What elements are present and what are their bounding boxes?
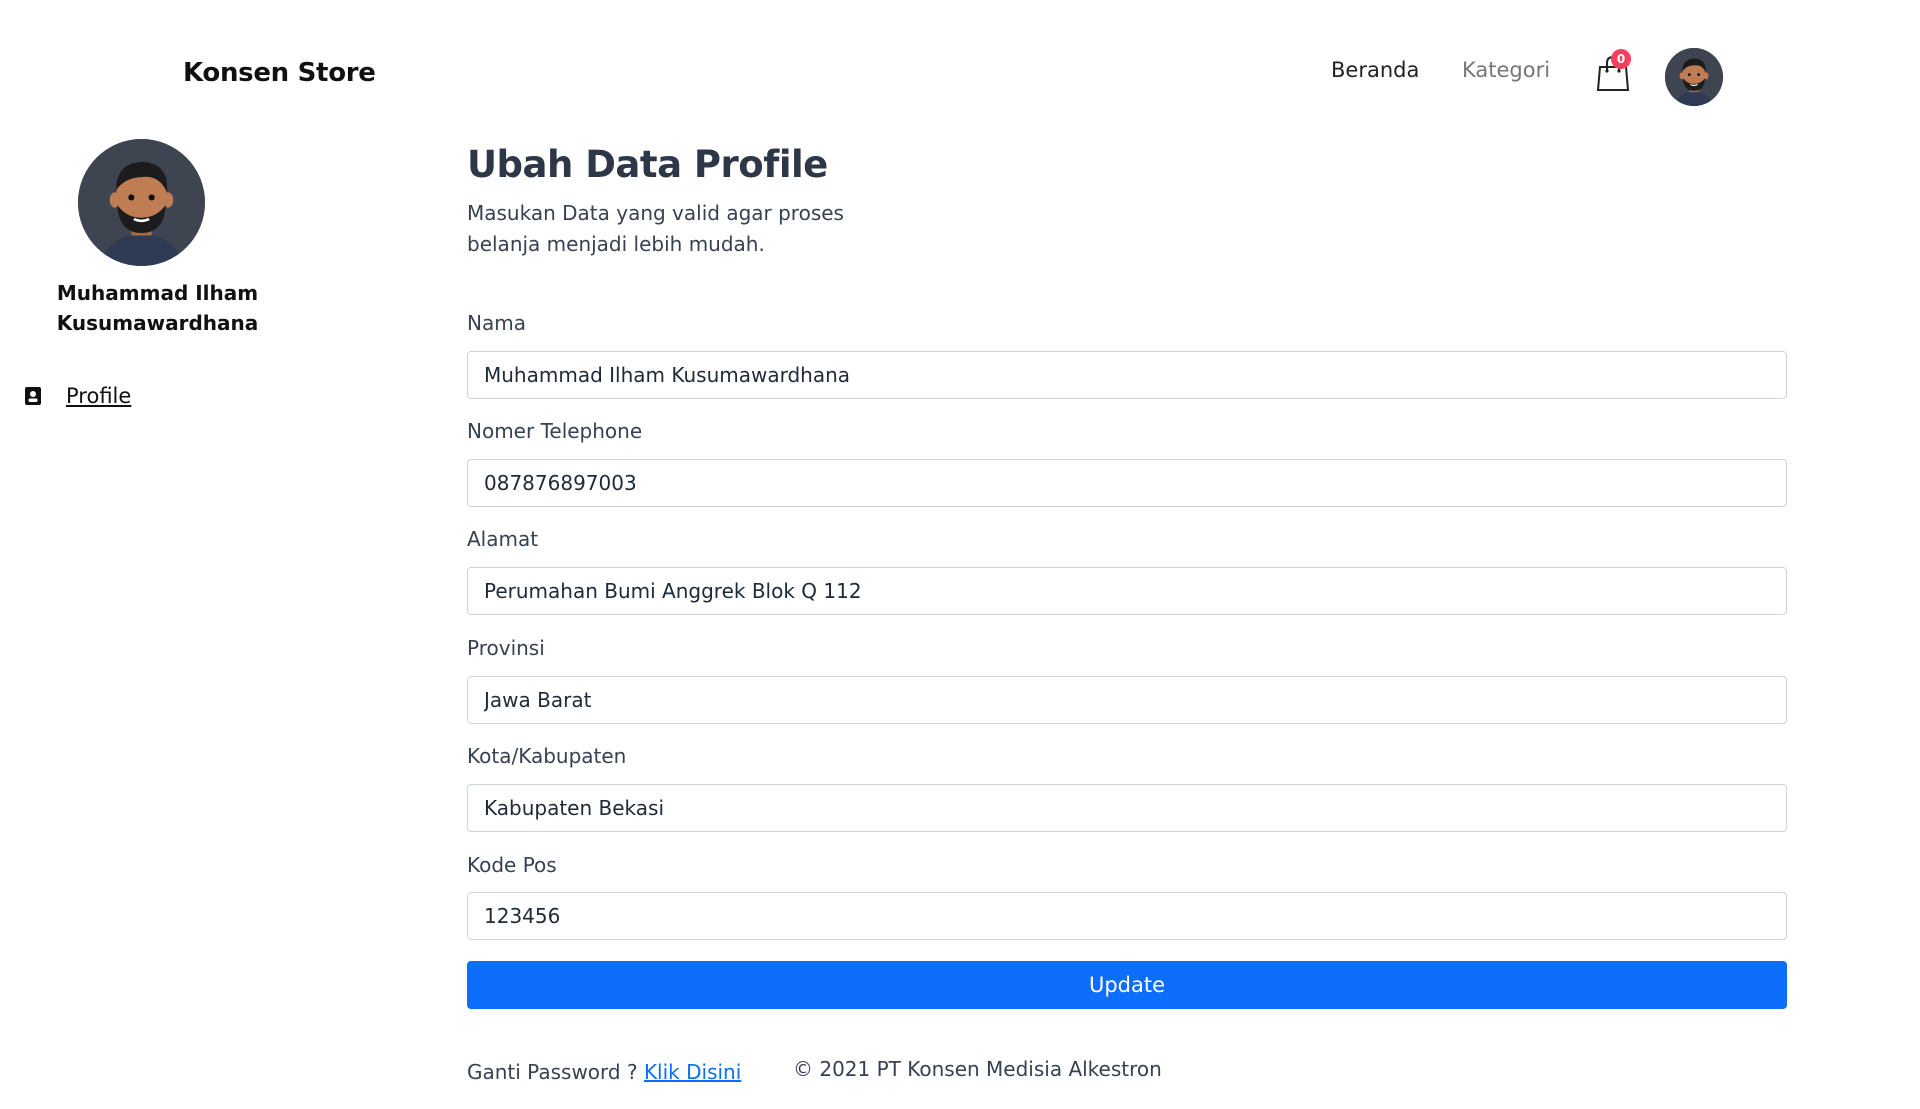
sidebar-item-profile[interactable]: Profile [24,384,131,408]
avatar-illustration [78,139,205,266]
kode-pos-input[interactable] [467,892,1787,940]
profile-avatar [78,139,205,266]
page-subtitle: Masukan Data yang valid agar proses bela… [467,201,844,256]
avatar-illustration [1665,48,1723,106]
cart-count-badge: 0 [1611,49,1631,69]
change-password-row: Ganti Password ? Klik Disini [467,1060,741,1084]
nama-input[interactable] [467,351,1787,399]
change-password-link[interactable]: Klik Disini [644,1060,741,1084]
page-title: Ubah Data Profile [467,143,828,186]
label-kode-pos: Kode Pos [467,853,557,877]
telephone-input[interactable] [467,459,1787,507]
brand-logo[interactable]: Konsen Store [183,58,376,88]
contact-card-icon [25,387,41,405]
label-alamat: Alamat [467,527,539,551]
user-avatar[interactable] [1665,48,1723,106]
label-provinsi: Provinsi [467,636,545,660]
provinsi-input[interactable] [467,676,1787,724]
change-password-prompt: Ganti Password ? [467,1060,638,1084]
alamat-input[interactable] [467,567,1787,615]
profile-user-name: Muhammad Ilham Kusumawardhana [56,281,259,335]
label-nomer-telephone: Nomer Telephone [467,419,643,443]
label-kota-kabupaten: Kota/Kabupaten [467,744,627,768]
kota-kabupaten-input[interactable] [467,784,1787,832]
update-button[interactable]: Update [467,961,1787,1009]
sidebar-item-label[interactable]: Profile [66,384,131,408]
nav-kategori[interactable]: Kategori [1462,58,1550,82]
footer-copyright: © 2021 PT Konsen Medisia Alkestron [793,1057,1162,1081]
nav-beranda[interactable]: Beranda [1331,58,1419,82]
label-nama: Nama [467,311,526,335]
